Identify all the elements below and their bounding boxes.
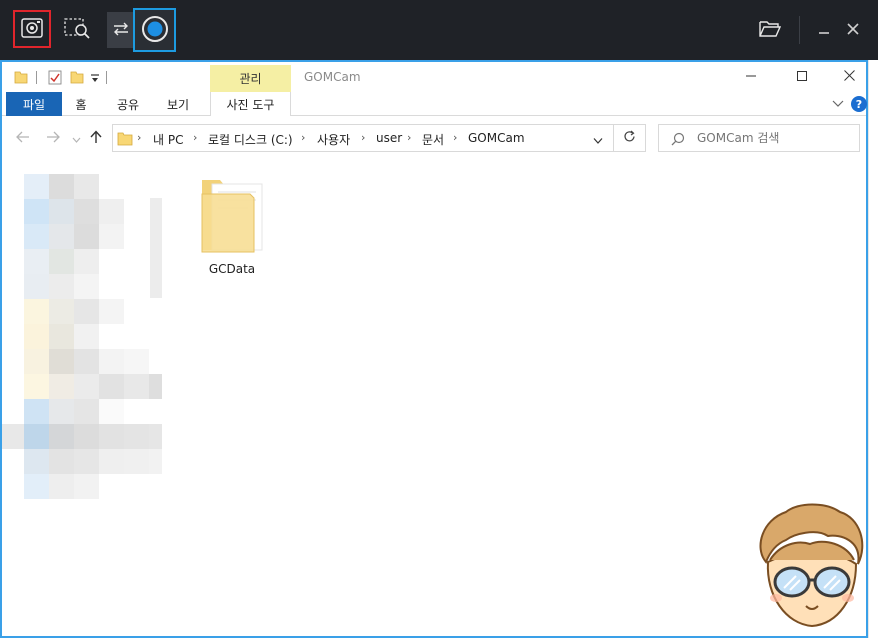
customize-dropdown-icon[interactable] <box>90 72 100 86</box>
breadcrumb-separator-icon: › <box>301 131 306 144</box>
up-arrow-icon[interactable] <box>90 130 102 147</box>
title-bar: 관리 GOMCam <box>2 62 866 92</box>
breadcrumb-separator-icon: › <box>361 131 366 144</box>
maximize-icon <box>797 70 807 84</box>
help-icon[interactable]: ? <box>851 96 867 112</box>
window-maximize-button[interactable] <box>787 66 817 88</box>
minimize-icon <box>818 23 830 38</box>
gomcam-toolbar <box>0 0 878 60</box>
tab-view[interactable]: 보기 <box>158 92 198 116</box>
record-icon <box>141 15 169 46</box>
breadcrumb-separator-icon: › <box>453 131 458 144</box>
folder-icon <box>117 132 133 149</box>
breadcrumb-separator-icon: › <box>137 131 142 144</box>
minimize-icon <box>746 70 756 84</box>
back-arrow-icon[interactable] <box>16 131 30 146</box>
refresh-icon <box>623 130 636 146</box>
gomcam-minimize-button[interactable] <box>813 16 835 44</box>
quick-access-divider <box>36 71 37 84</box>
breadcrumb-documents[interactable]: 문서 <box>422 131 444 148</box>
folder-item-gcdata[interactable]: GCData <box>192 174 272 276</box>
search-icon <box>671 132 685 149</box>
new-folder-icon[interactable] <box>70 70 84 87</box>
manage-contextual-tab[interactable]: 관리 <box>210 65 291 92</box>
gomcam-close-button[interactable] <box>842 16 864 44</box>
tab-file[interactable]: 파일 <box>6 92 62 116</box>
region-zoom-icon <box>63 16 91 43</box>
folder-open-icon <box>759 20 782 41</box>
screenshot-button[interactable] <box>13 10 51 48</box>
tab-photo-tools[interactable]: 사진 도구 <box>210 92 291 116</box>
tab-share[interactable]: 공유 <box>108 92 148 116</box>
ribbon-tabs: 파일 홈 공유 보기 사진 도구 ? <box>2 92 867 116</box>
pane-splitter[interactable] <box>150 198 162 298</box>
mascot-character <box>750 500 870 632</box>
window-title: GOMCam <box>304 70 361 84</box>
close-icon <box>843 70 855 84</box>
quick-access-divider <box>106 71 107 84</box>
breadcrumb-separator-icon: › <box>193 131 198 144</box>
address-bar[interactable]: › 내 PC › 로컬 디스크 (C:) › 사용자 › user › 문서 ›… <box>112 124 614 152</box>
search-box[interactable] <box>658 124 860 152</box>
region-capture-button[interactable] <box>60 12 94 46</box>
recent-locations-chevron-icon[interactable] <box>72 133 81 147</box>
forward-arrow-icon[interactable] <box>46 131 60 146</box>
camera-icon <box>21 17 43 41</box>
toolbar-divider <box>799 16 800 44</box>
chevron-down-icon[interactable] <box>832 97 844 111</box>
window-close-button[interactable] <box>834 66 864 88</box>
folder-name: GCData <box>208 262 256 276</box>
breadcrumb-users[interactable]: 사용자 <box>317 131 350 148</box>
refresh-button[interactable] <box>614 124 646 152</box>
open-folder-button[interactable] <box>756 16 784 44</box>
folder-icon <box>198 174 266 263</box>
switch-mode-button[interactable] <box>107 12 135 48</box>
tab-home[interactable]: 홈 <box>64 92 98 116</box>
close-icon <box>847 22 859 38</box>
breadcrumb-gomcam[interactable]: GOMCam <box>468 131 525 145</box>
breadcrumb-local-disk[interactable]: 로컬 디스크 (C:) <box>208 131 293 148</box>
window-minimize-button[interactable] <box>736 66 766 88</box>
breadcrumb-separator-icon: › <box>407 131 412 144</box>
navigation-pane[interactable] <box>2 174 164 504</box>
swap-arrows-icon <box>112 21 130 40</box>
breadcrumb-user[interactable]: user <box>376 131 402 145</box>
breadcrumb-this-pc[interactable]: 내 PC <box>153 131 183 148</box>
properties-icon[interactable] <box>48 70 62 88</box>
search-input[interactable] <box>697 131 852 145</box>
folder-icon[interactable] <box>14 70 28 87</box>
address-dropdown-chevron-icon[interactable] <box>593 134 603 148</box>
file-explorer-window: 관리 GOMCam 파일 홈 공유 보기 사진 도구 ? › 내 PC › 로컬… <box>0 60 868 638</box>
record-button[interactable] <box>133 8 176 52</box>
